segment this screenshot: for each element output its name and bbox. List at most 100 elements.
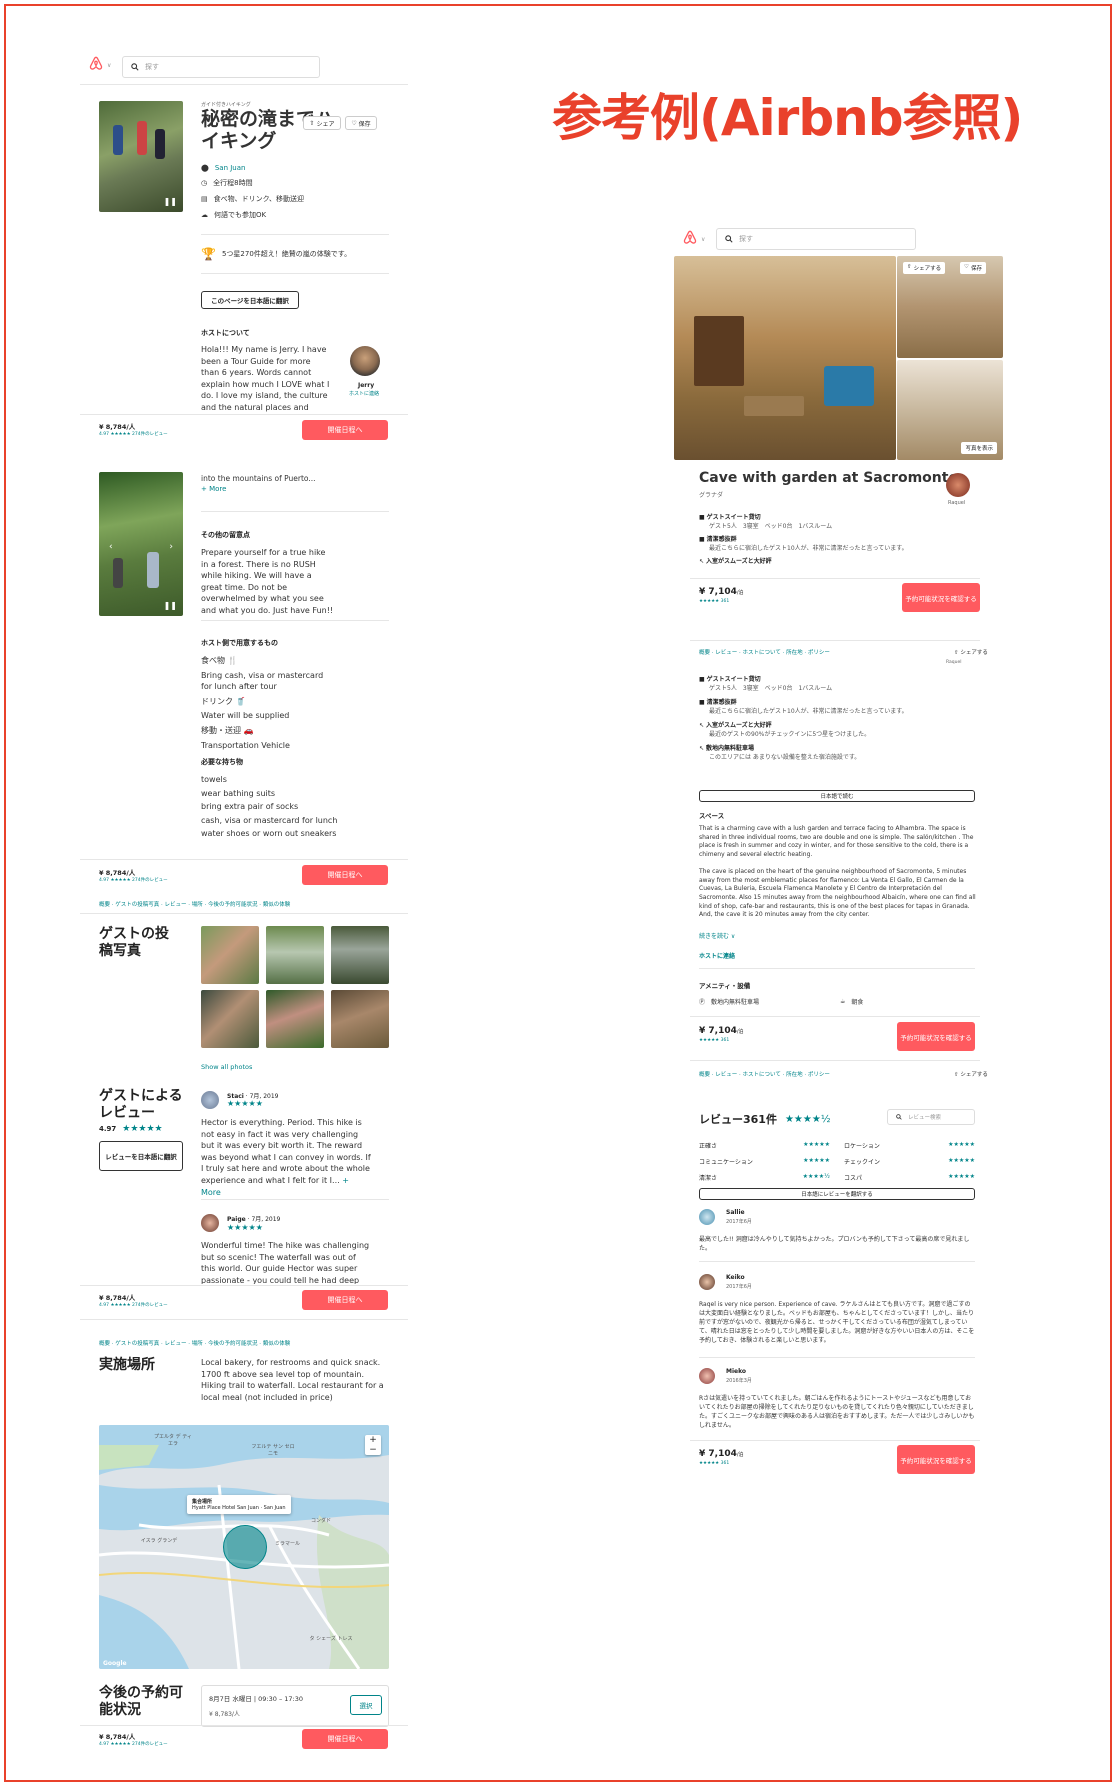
- bring-item: wear bathing suits: [201, 788, 276, 798]
- availability-datetime: 8月7日 水曜日 | 09:30 – 17:30: [209, 1695, 304, 1703]
- contact-host-link[interactable]: ホストに連絡: [699, 951, 735, 960]
- avatar[interactable]: [201, 1091, 219, 1109]
- next-arrow-icon[interactable]: ›: [169, 542, 173, 552]
- map-label: イスラ グランデ: [140, 1538, 178, 1544]
- read-jp-button[interactable]: 日本語で読む: [699, 790, 975, 802]
- right-search-box[interactable]: 探す: [716, 228, 916, 250]
- left-share-button[interactable]: ⇧ シェア: [303, 116, 341, 130]
- reviews-translate-button[interactable]: レビューを日本語に翻訳: [99, 1141, 183, 1171]
- avatar[interactable]: [699, 1368, 715, 1384]
- book-button-1[interactable]: 開催日程へ: [302, 420, 388, 440]
- translate-page-button[interactable]: このページを日本語に翻訳: [201, 291, 299, 309]
- reviews-score-row: 4.97 ★★★★★: [99, 1124, 163, 1134]
- review-text: Wonderful time! The hike was challenging…: [201, 1241, 370, 1284]
- provide-item: 移動・送迎 🚗: [201, 725, 254, 735]
- host-avatar[interactable]: [350, 346, 380, 376]
- right-reviews-heading: レビュー361件: [699, 1113, 777, 1126]
- more-link[interactable]: + More: [201, 485, 226, 493]
- right-hero-photo-3[interactable]: 写真を表示: [897, 360, 1003, 460]
- right-save-button[interactable]: ♡ 保存: [960, 262, 986, 274]
- right-airbnb-logo[interactable]: [682, 230, 698, 250]
- right-location: グラナダ: [699, 492, 724, 499]
- section-nav-1[interactable]: 概要 · ゲストの投稿写真 · レビュー · 場所 · 今後の予約可能状況 · …: [99, 900, 290, 908]
- right-logo-chevron[interactable]: ∨: [701, 236, 705, 243]
- avatar[interactable]: [201, 1214, 219, 1232]
- availability-card: 8月7日 水曜日 | 09:30 – 17:30 ¥ 8,783/人 選択: [201, 1685, 389, 1727]
- share-icon: ⇧: [954, 1072, 959, 1078]
- provide-item: Transportation Vehicle: [201, 740, 290, 750]
- right-hero-photo-2[interactable]: ⇧ シェアする ♡ 保存: [897, 256, 1003, 358]
- availability-price: ¥ 8,783/人: [209, 1711, 240, 1718]
- book-button-3[interactable]: 開催日程へ: [302, 1290, 388, 1310]
- provide-heading: ホスト側で用意するもの: [201, 639, 278, 647]
- rating-line-3: 4.97 ★★★★★ 274件のレビュー: [99, 1303, 168, 1308]
- review-date: 7月, 2019: [251, 1216, 281, 1223]
- right-share-button[interactable]: ⇧ シェアする: [903, 262, 946, 274]
- guest-photo[interactable]: [331, 990, 389, 1048]
- left-logo-chevron[interactable]: ∨: [107, 62, 111, 69]
- section-nav-2[interactable]: 概要 · ゲストの投稿写真 · レビュー · 場所 · 今後の予約可能状況 · …: [99, 1339, 290, 1347]
- guest-photo[interactable]: [266, 990, 324, 1048]
- fact-row: ⬤ San Juan: [201, 164, 246, 172]
- review-categories: 正確さ ★★★★★ ロケーション ★★★★★ コミュニケーション ★★★★★ チェック…: [699, 1141, 975, 1182]
- availability-select-button[interactable]: 選択: [350, 1695, 382, 1715]
- map[interactable]: プエルタ デ ティエラ フエルテ サン セロニモ イスラ グランデ ミラマール …: [99, 1425, 389, 1669]
- left-hike-photo[interactable]: ‹ › ❚❚: [99, 472, 183, 616]
- reviewer-name: Mieko: [726, 1368, 747, 1375]
- left-save-button[interactable]: ♡ 保存: [345, 116, 377, 130]
- book-button-2[interactable]: 開催日程へ: [302, 865, 388, 885]
- right-nav-1[interactable]: 概要 · レビュー · ホストについて · 所在地 · ポリシー: [699, 648, 830, 656]
- guest-photo[interactable]: [266, 926, 324, 984]
- avatar[interactable]: [699, 1209, 715, 1225]
- left-search-box[interactable]: 探す: [122, 56, 320, 78]
- review-stars: ★★★★★: [227, 1099, 263, 1108]
- zoom-in-button[interactable]: +: [365, 1435, 381, 1445]
- review-search-input[interactable]: レビュー検索: [887, 1109, 975, 1125]
- coffee-icon: ☕: [840, 998, 846, 1005]
- review-category: ロケーション ★★★★★: [844, 1141, 975, 1150]
- right-nav-2[interactable]: 概要 · レビュー · ホストについて · 所在地 · ポリシー: [699, 1070, 830, 1078]
- book-button-4[interactable]: 開催日程へ: [302, 1729, 388, 1749]
- rating-line-2: 4.97 ★★★★★ 274件のレビュー: [99, 878, 168, 883]
- host-contact-link[interactable]: ホストに連絡: [349, 390, 379, 397]
- translate-reviews-button[interactable]: 日本語にレビューを翻訳する: [699, 1188, 975, 1200]
- show-all-photos-link[interactable]: Show all photos: [201, 1063, 252, 1071]
- show-photos-button[interactable]: 写真を表示: [961, 442, 997, 454]
- map-label: ミラマール: [275, 1541, 301, 1547]
- host-avatar[interactable]: [946, 473, 970, 497]
- right-reserve-button-2[interactable]: 予約可能状況を確認する: [897, 1022, 975, 1051]
- share-icon: ⇧: [907, 264, 912, 270]
- bring-item: towels: [201, 775, 227, 784]
- meeting-area-circle[interactable]: [223, 1525, 267, 1569]
- right-nav-share-2[interactable]: ⇧ シェアする: [954, 1070, 988, 1078]
- search-icon: [896, 1114, 902, 1120]
- pause-icon[interactable]: ❚❚: [164, 197, 177, 206]
- availability-heading: 今後の予約可能状況: [99, 1685, 183, 1718]
- prev-arrow-icon[interactable]: ‹: [109, 542, 113, 552]
- review-text: Raqel is very nice person. Experience of…: [699, 1301, 975, 1344]
- right-reserve-button-1[interactable]: 予約可能状況を確認する: [902, 583, 980, 612]
- left-category: ガイド付きハイキング: [201, 102, 251, 108]
- fact-row: ▤ 食べ物、ドリンク、移動送迎: [201, 195, 304, 203]
- map-label: プエルタ デ ティエラ: [154, 1434, 192, 1447]
- right-reserve-button-3[interactable]: 予約可能状況を確認する: [897, 1445, 975, 1474]
- trophy-icon: 🏆: [201, 247, 216, 261]
- left-share-save: ⇧ シェア ♡ 保存: [303, 116, 377, 130]
- read-more-link[interactable]: 続きを読む ∨: [699, 931, 735, 940]
- photos-heading: ゲストの投稿写真: [99, 926, 169, 959]
- guest-photo[interactable]: [201, 990, 259, 1048]
- right-nav-share-1[interactable]: ⇧ シェアする: [954, 648, 988, 656]
- provide-item: ドリンク 🥤: [201, 696, 246, 706]
- amenity-item: ☕ 朝食: [840, 998, 864, 1006]
- left-airbnb-logo[interactable]: [88, 56, 104, 76]
- pause-icon[interactable]: ❚❚: [164, 601, 177, 610]
- left-hero-photo[interactable]: ❚❚: [99, 101, 183, 212]
- right-features: ■ ゲストスイート貸切 ゲスト5人 3寝室 ベッド0台 1バスルーム ■ 清潔感抜…: [699, 514, 908, 565]
- right-hero-photo-main[interactable]: [674, 256, 896, 460]
- guest-photo[interactable]: [201, 926, 259, 984]
- guest-photo[interactable]: [331, 926, 389, 984]
- zoom-out-button[interactable]: −: [365, 1445, 381, 1455]
- right-reviews-header: レビュー361件 ★★★★½: [699, 1111, 831, 1127]
- avatar[interactable]: [699, 1274, 715, 1290]
- map-popup[interactable]: 集合場所 Hyatt Place Hotel San Juan · San Ju…: [187, 1495, 291, 1514]
